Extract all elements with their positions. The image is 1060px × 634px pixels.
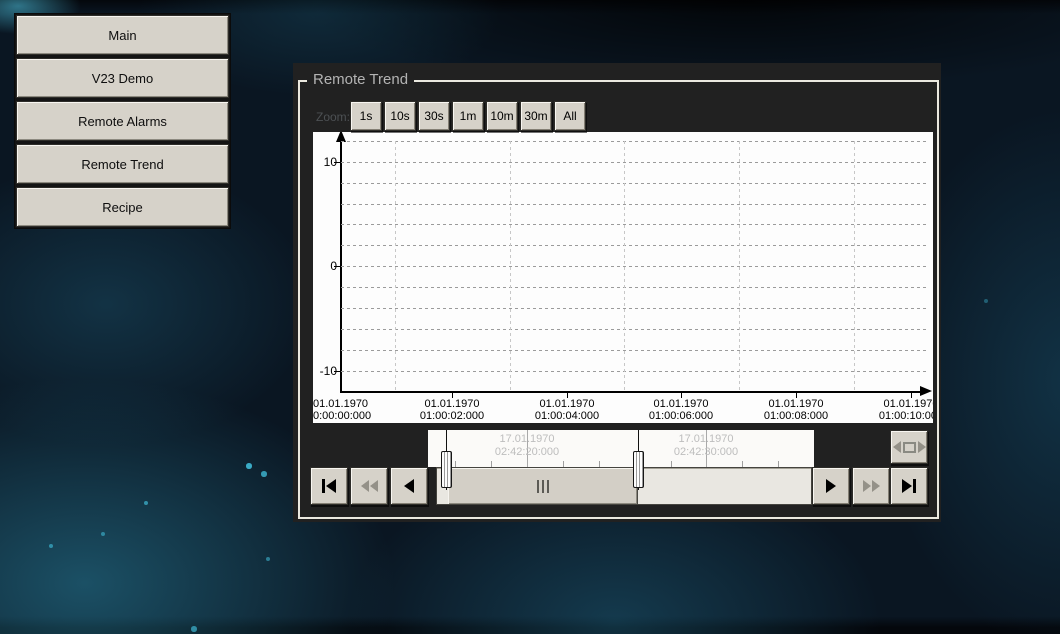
zoom-button-10s[interactable]: 10s	[384, 101, 416, 131]
skip-to-start-icon	[322, 479, 336, 493]
vertical-gridline	[854, 141, 855, 391]
y-axis-tick-label: -10	[313, 364, 337, 378]
x-axis-tick-label: 01.01.197001:00:04:000	[512, 398, 622, 422]
horizontal-gridline	[341, 204, 929, 205]
sidebar-item-remote-trend[interactable]: Remote Trend	[16, 144, 229, 184]
timebar-timestamp-label: 17.01.197002:42:30:000	[641, 433, 771, 459]
timebar-minor-tick	[599, 461, 600, 467]
horizontal-gridline	[341, 371, 929, 372]
x-axis-tick-label: 01.01.197001:00:10:000	[856, 398, 933, 422]
y-axis-tick-label: 0	[313, 259, 337, 273]
horizontal-gridline	[341, 162, 929, 163]
horizontal-gridline	[341, 141, 929, 142]
zoom-button-30m[interactable]: 30m	[520, 101, 552, 131]
zoom-button-all[interactable]: All	[554, 101, 586, 131]
fast-forward-icon	[863, 480, 880, 492]
zoom-label: Zoom:	[316, 110, 350, 124]
sidebar-menu: MainV23 DemoRemote AlarmsRemote TrendRec…	[14, 13, 231, 229]
x-axis-tick-label: 01.01.19700:00:00:000	[313, 398, 371, 422]
x-axis-arrow-icon	[920, 386, 932, 396]
zoom-button-10m[interactable]: 10m	[486, 101, 518, 131]
timebar-minor-tick	[491, 461, 492, 467]
range-start-handle[interactable]	[441, 430, 452, 490]
zoom-button-1s[interactable]: 1s	[350, 101, 382, 131]
horizontal-gridline	[341, 266, 929, 267]
range-end-handle[interactable]	[633, 430, 644, 490]
x-axis-tick-label: 01.01.197001:00:06:000	[626, 398, 736, 422]
vertical-gridline	[395, 141, 396, 391]
expand-horizontal-icon	[893, 441, 926, 453]
timebar-minor-tick	[742, 461, 743, 467]
vertical-gridline	[624, 141, 625, 391]
skip-to-end-icon	[902, 479, 916, 493]
time-range-bar[interactable]: 17.01.197002:42:20:000 17.01.197002:42:30…	[428, 430, 814, 467]
zoom-button-30s[interactable]: 30s	[418, 101, 450, 131]
step-forward-button[interactable]	[812, 467, 850, 505]
skip-to-start-button[interactable]	[310, 467, 348, 505]
panel-title: Remote Trend	[307, 71, 414, 88]
x-axis-tick-label: 01.01.197001:00:08:000	[741, 398, 851, 422]
sidebar-item-main[interactable]: Main	[16, 15, 229, 55]
horizontal-gridline	[341, 224, 929, 225]
timebar-minor-tick	[563, 461, 564, 467]
sidebar-item-remote-alarms[interactable]: Remote Alarms	[16, 101, 229, 141]
thumb-grip-icon	[537, 480, 549, 493]
horizontal-gridline	[341, 245, 929, 246]
remote-trend-window: Remote Trend Zoom: 1s10s30s1m10m30mAll 1…	[293, 63, 941, 522]
vertical-gridline	[739, 141, 740, 391]
scrollbar-track[interactable]	[436, 467, 812, 505]
timebar-minor-tick	[455, 461, 456, 467]
timebar-minor-tick	[778, 461, 779, 467]
timebar-minor-tick	[671, 461, 672, 467]
horizontal-gridline	[341, 183, 929, 184]
x-axis-tick-label: 01.01.197001:00:02:000	[397, 398, 507, 422]
fast-rewind-button[interactable]	[350, 467, 388, 505]
scrollbar-thumb[interactable]	[448, 468, 638, 504]
step-forward-icon	[826, 479, 836, 493]
timebar-timestamp-label: 17.01.197002:42:20:000	[462, 433, 592, 459]
horizontal-gridline	[341, 350, 929, 351]
zoom-button-1m[interactable]: 1m	[452, 101, 484, 131]
horizontal-gridline	[341, 308, 929, 309]
horizontal-gridline	[341, 287, 929, 288]
fit-range-button[interactable]	[890, 430, 928, 464]
y-axis-tick-label: 10	[313, 155, 337, 169]
trend-chart-plot: 10 0 -10 01.01.19700:00:00:000 01.01.197001:…	[313, 132, 933, 423]
vertical-gridline	[510, 141, 511, 391]
horizontal-gridline	[341, 329, 929, 330]
step-back-button[interactable]	[390, 467, 428, 505]
skip-to-end-button[interactable]	[890, 467, 928, 505]
sidebar-item-recipe[interactable]: Recipe	[16, 187, 229, 227]
step-back-icon	[404, 479, 414, 493]
zoom-button-row: 1s10s30s1m10m30mAll	[350, 101, 586, 131]
fast-rewind-icon	[361, 480, 378, 492]
background-bubbles	[0, 0, 2, 2]
range-handle-grip	[633, 451, 644, 488]
fast-forward-button[interactable]	[852, 467, 890, 505]
x-axis-line	[340, 391, 926, 393]
range-handle-grip	[441, 451, 452, 488]
sidebar-item-v23-demo[interactable]: V23 Demo	[16, 58, 229, 98]
